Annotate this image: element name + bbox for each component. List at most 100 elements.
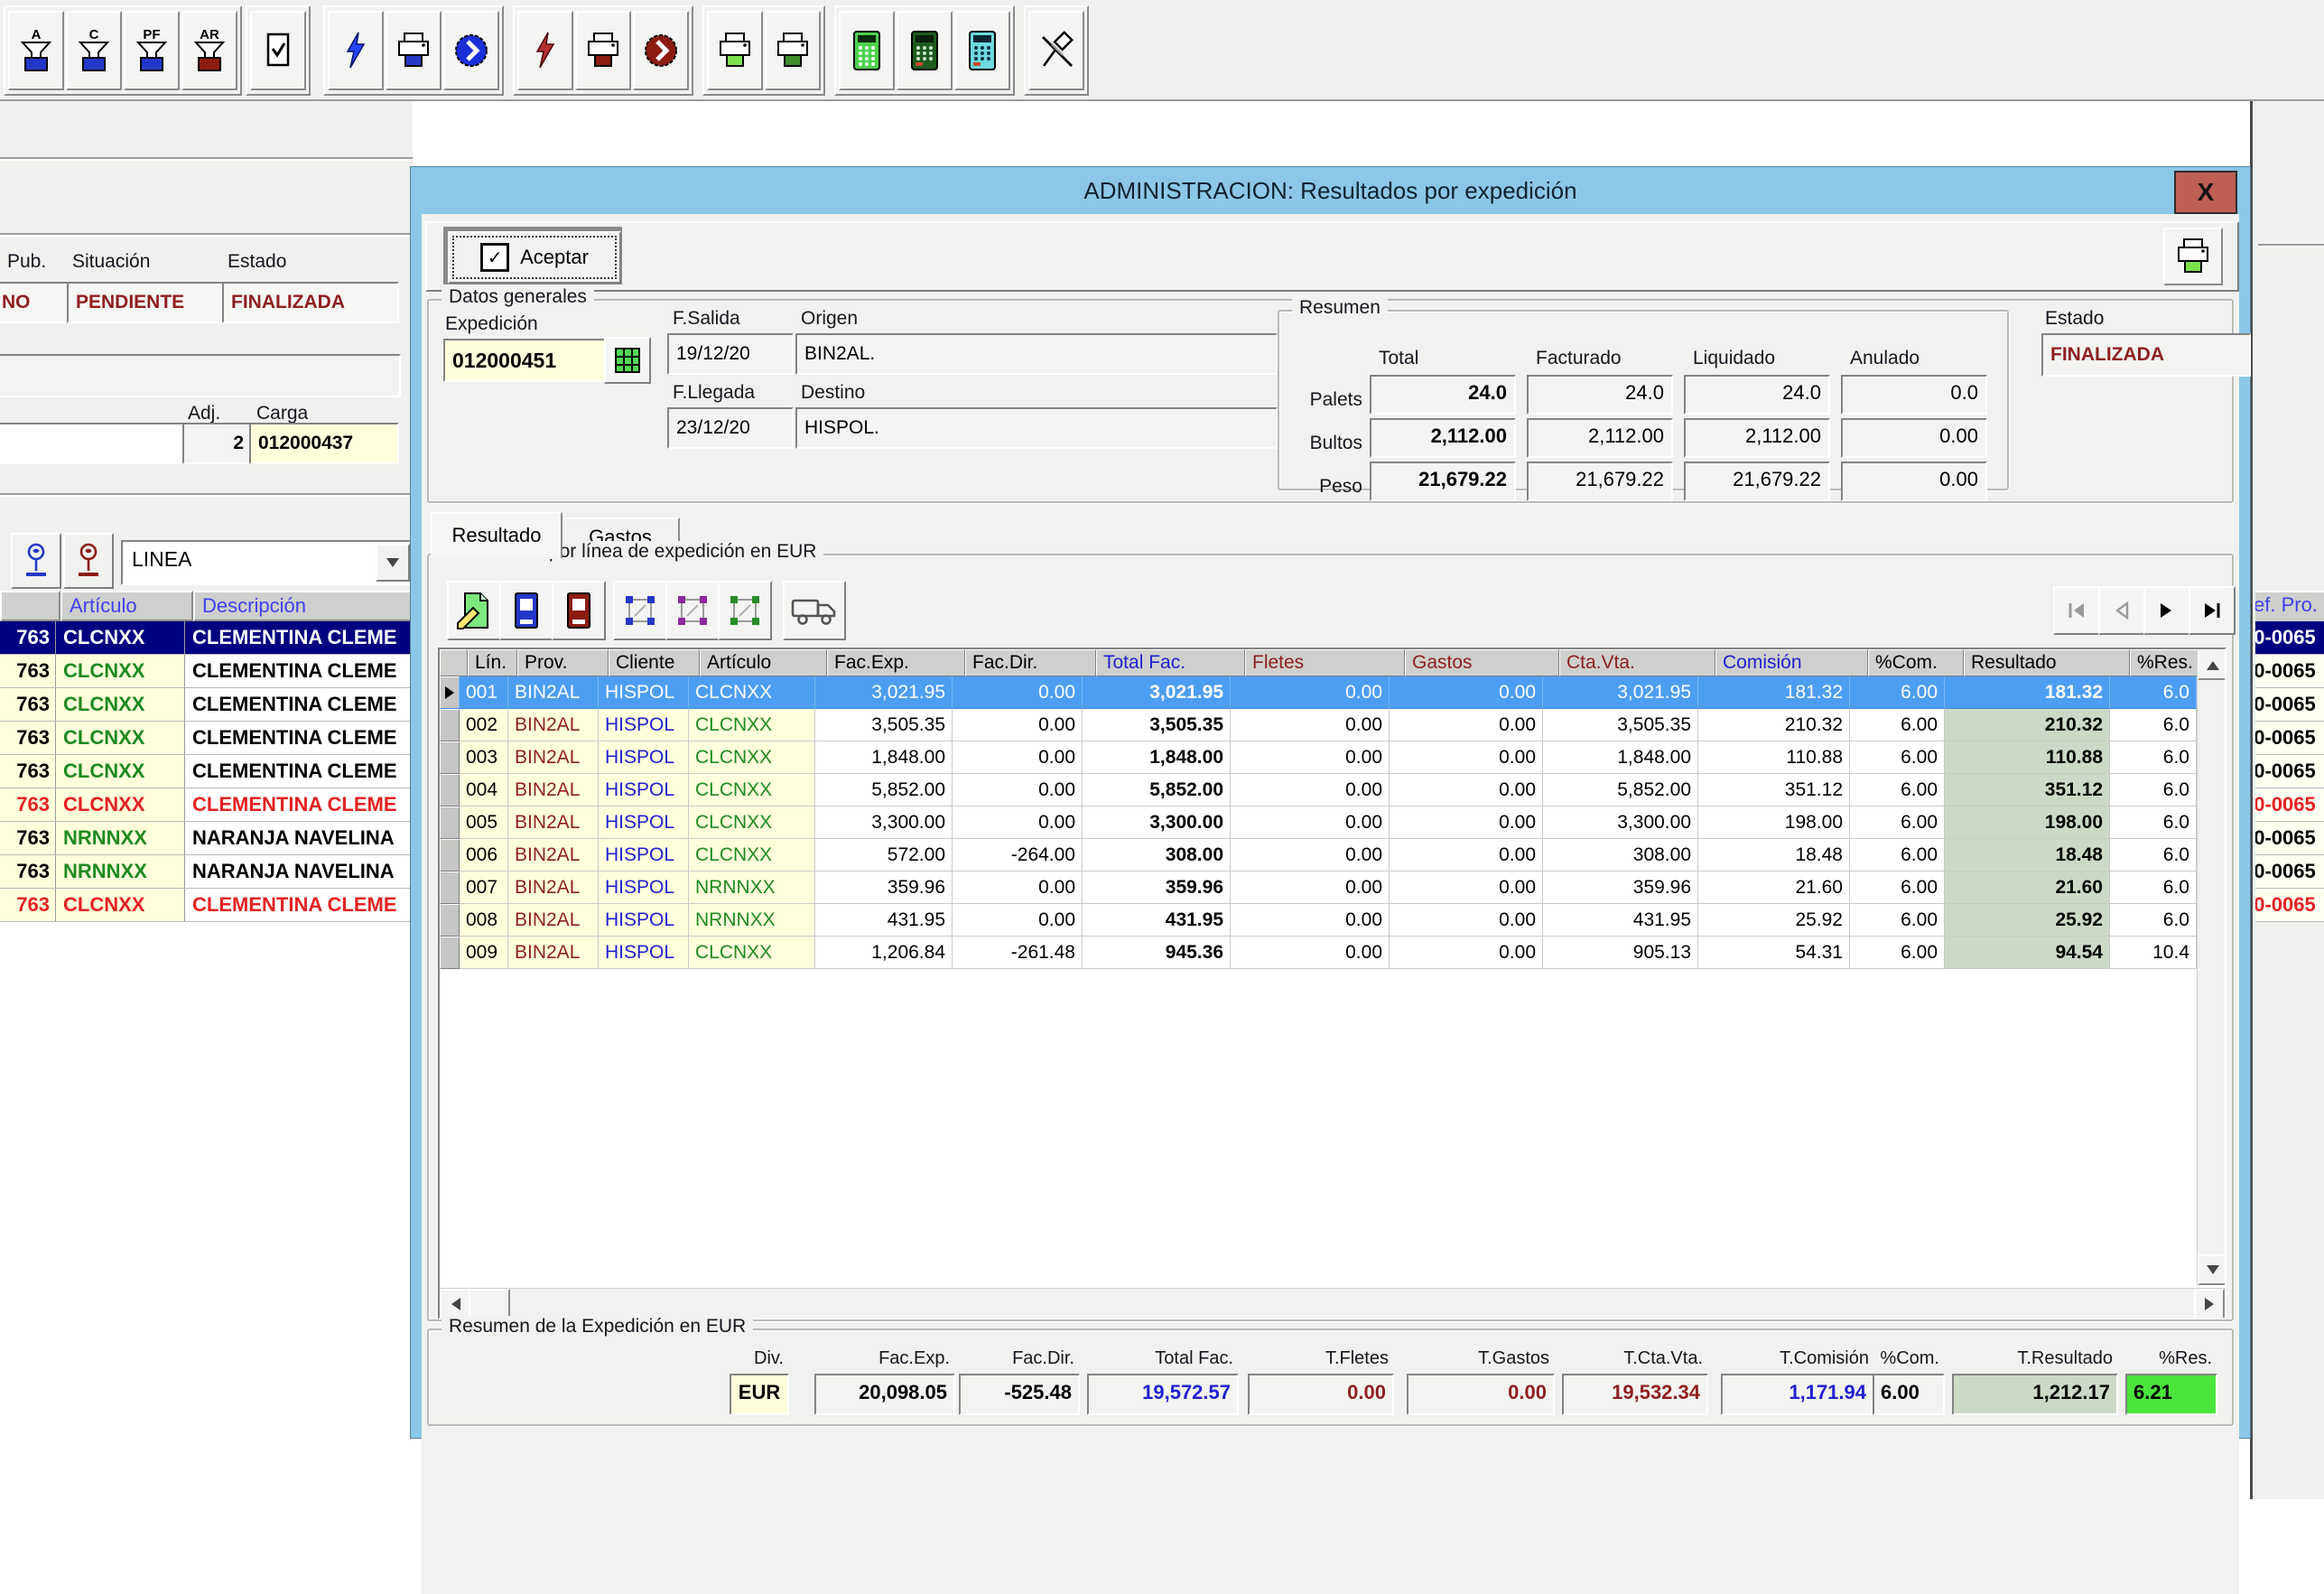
select-frame-green-button[interactable] (718, 581, 772, 640)
pin-blue-button[interactable] (11, 533, 61, 589)
fllegada-field[interactable]: 23/12/20 (667, 407, 794, 449)
nav-next-button[interactable] (2143, 586, 2190, 635)
column-header[interactable]: Fac.Dir. (965, 649, 1096, 676)
check-button[interactable] (250, 11, 306, 90)
expedicion-field[interactable]: 012000451 (443, 339, 609, 382)
record-selector[interactable] (440, 937, 460, 969)
print-blue-button[interactable] (386, 11, 442, 90)
mail-c-button[interactable]: C (66, 11, 122, 90)
scroll-right-button[interactable] (2194, 1289, 2225, 1319)
table-row[interactable]: 20-0065 (2255, 722, 2324, 755)
column-header[interactable]: Prov. (517, 649, 609, 676)
print-dialog-button[interactable] (2163, 228, 2223, 285)
column-header[interactable]: Comisión (1715, 649, 1868, 676)
origen-field[interactable]: BIN2AL. (795, 333, 1278, 375)
table-row[interactable]: 007BIN2ALHISPOLNRNNXX359.960.00359.960.0… (440, 872, 2225, 904)
adj-field[interactable]: 2 (182, 423, 253, 464)
scrollbar-thumb[interactable] (469, 1289, 510, 1319)
record-selector[interactable] (440, 676, 460, 709)
filter-combobox[interactable]: LINEA (121, 540, 414, 585)
table-row[interactable]: 001BIN2ALHISPOLCLCNXX3,021.950.003,021.9… (440, 676, 2225, 709)
column-header[interactable]: Resultado (1964, 649, 2130, 676)
column-header[interactable]: Gastos (1405, 649, 1559, 676)
run-blue-button[interactable] (328, 11, 384, 90)
truck-button[interactable] (783, 581, 846, 640)
record-selector[interactable] (440, 709, 460, 741)
scroll-left-button[interactable] (440, 1289, 470, 1319)
nav-last-button[interactable] (2189, 586, 2236, 635)
table-row[interactable]: 008BIN2ALHISPOLNRNNXX431.950.00431.950.0… (440, 904, 2225, 937)
table-row[interactable]: 763NRNNXXNARANJA NAVELINA (0, 822, 413, 855)
left-col-num-header[interactable] (0, 591, 60, 621)
select-frame-blue-button[interactable] (613, 581, 667, 640)
column-header[interactable]: Cliente (609, 649, 700, 676)
table-row[interactable]: 009BIN2ALHISPOLCLCNXX1,206.84-261.48945.… (440, 937, 2225, 969)
dialog-titlebar[interactable]: ADMINISTRACION: Resultados por expedició… (411, 167, 2250, 214)
column-header[interactable]: Lín. (468, 649, 517, 676)
nav-prev-button[interactable] (2098, 586, 2145, 635)
record-selector[interactable] (440, 839, 460, 872)
calculator-cyan-button[interactable] (954, 11, 1010, 90)
table-row[interactable]: 763CLCNXXCLEMENTINA CLEME (0, 621, 413, 655)
table-row[interactable]: 20-0065 (2255, 621, 2324, 655)
run-red-button[interactable] (517, 11, 573, 90)
situacion-field[interactable]: PENDIENTE (67, 282, 228, 323)
table-row[interactable]: 763CLCNXXCLEMENTINA CLEME (0, 889, 413, 922)
doc-blue-button[interactable] (499, 581, 553, 640)
column-header[interactable]: %Com. (1868, 649, 1964, 676)
table-row[interactable]: 763NRNNXXNARANJA NAVELINA (0, 855, 413, 889)
mail-a-button[interactable]: A (8, 11, 64, 90)
mail-pf-button[interactable]: PF (124, 11, 180, 90)
table-row[interactable]: 20-0065 (2255, 822, 2324, 855)
vertical-scrollbar[interactable] (2197, 649, 2225, 1285)
record-selector[interactable] (440, 774, 460, 806)
doc-red-button[interactable] (552, 581, 606, 640)
table-row[interactable]: 20-0065 (2255, 755, 2324, 788)
left-col-articulo-header[interactable]: Artículo (60, 591, 193, 621)
table-row[interactable]: 763CLCNXXCLEMENTINA CLEME (0, 655, 413, 688)
combobox-dropdown-button[interactable] (376, 544, 410, 582)
estado-field[interactable]: FINALIZADA (222, 282, 399, 323)
empty-wide-field[interactable] (0, 354, 401, 397)
select-frame-purple-button[interactable] (665, 581, 720, 640)
right-col-header[interactable]: ef. Pro. (2255, 591, 2324, 625)
scroll-down-button[interactable] (2198, 1254, 2226, 1285)
nav-first-button[interactable] (2053, 586, 2100, 635)
record-selector[interactable] (440, 904, 460, 937)
scroll-up-button[interactable] (2198, 649, 2226, 680)
unpin-button[interactable] (1028, 11, 1084, 90)
table-row[interactable]: 763CLCNXXCLEMENTINA CLEME (0, 722, 413, 755)
empty-field[interactable] (0, 423, 188, 464)
table-row[interactable]: 20-0065 (2255, 788, 2324, 822)
record-selector[interactable] (440, 741, 460, 774)
destino-field[interactable]: HISPOL. (795, 407, 1278, 449)
table-row[interactable]: 006BIN2ALHISPOLCLCNXX572.00-264.00308.00… (440, 839, 2225, 872)
table-row[interactable]: 002BIN2ALHISPOLCLCNXX3,505.350.003,505.3… (440, 709, 2225, 741)
record-selector[interactable] (440, 872, 460, 904)
accept-button[interactable]: ✓ Aceptar (448, 231, 621, 284)
table-row[interactable]: 763CLCNXXCLEMENTINA CLEME (0, 788, 413, 822)
column-header[interactable]: Fac.Exp. (827, 649, 965, 676)
left-col-descripcion-header[interactable]: Descripción (193, 591, 413, 621)
table-row[interactable]: 763CLCNXXCLEMENTINA CLEME (0, 688, 413, 722)
table-row[interactable]: 005BIN2ALHISPOLCLCNXX3,300.000.003,300.0… (440, 806, 2225, 839)
go-blue-button[interactable] (443, 11, 499, 90)
carga-field[interactable]: 012000437 (249, 423, 399, 464)
table-row[interactable]: 003BIN2ALHISPOLCLCNXX1,848.000.001,848.0… (440, 741, 2225, 774)
close-button[interactable]: X (2174, 171, 2237, 214)
column-header[interactable]: Artículo (700, 649, 827, 676)
calculator-green-button[interactable] (839, 11, 895, 90)
mail-ar-button[interactable]: AR (181, 11, 237, 90)
column-header[interactable]: Cta.Vta. (1559, 649, 1715, 676)
lookup-grid-button[interactable] (604, 337, 651, 384)
pub-field[interactable]: NO (0, 282, 70, 323)
tab-resultado[interactable]: Resultado (431, 512, 562, 559)
table-row[interactable]: 20-0065 (2255, 688, 2324, 722)
record-selector[interactable] (440, 806, 460, 839)
calculator-darkgreen-button[interactable] (897, 11, 953, 90)
print-darkgreen-button[interactable] (765, 11, 821, 90)
table-row[interactable]: 20-0065 (2255, 889, 2324, 922)
export-edit-button[interactable] (447, 581, 501, 640)
table-row[interactable]: 763CLCNXXCLEMENTINA CLEME (0, 755, 413, 788)
print-lightgreen-button[interactable] (707, 11, 763, 90)
